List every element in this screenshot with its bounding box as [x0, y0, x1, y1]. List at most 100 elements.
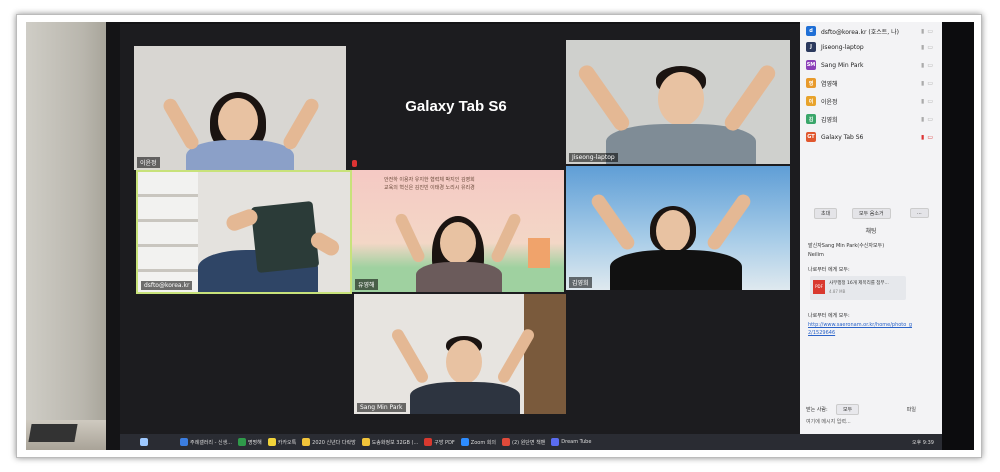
more-button[interactable]: ... [910, 208, 929, 218]
chat-recipient-label: 받는 사람: [806, 407, 828, 413]
app-icon [237, 438, 246, 446]
tile-name-label: dsfto@korea.kr [141, 281, 193, 290]
zoom-gallery-view: 이윤정 Galaxy Tab S6 Jiseong-laptop dsfto@k… [120, 24, 800, 434]
mic-muted-icon [352, 160, 357, 167]
arm [393, 211, 427, 265]
taskbar-item[interactable]: 주례갤러리 - 신생... [180, 438, 232, 446]
participant-row[interactable]: GT Galaxy Tab S6 ▮▭ [806, 130, 936, 144]
mic-camera-icons: ▮▭ [921, 61, 936, 69]
chat-sender: 나로부터 에게 모두: [808, 267, 850, 273]
taskbar-item-label: 카카오톡 [277, 439, 297, 446]
windows-icon [140, 438, 148, 446]
tile-name-label: Sang Min Park [357, 403, 406, 412]
chat-input[interactable]: 여기에 메시지 입력... [806, 418, 851, 425]
browser-icon [180, 438, 188, 446]
taskbar-item[interactable]: 구방 PDF [424, 438, 455, 446]
tablet [250, 200, 320, 274]
taskbar-item-label: 2020 신년다 다락방 [312, 439, 356, 446]
participant-avatar: 영 [806, 78, 816, 88]
arm [280, 96, 322, 152]
video-tile[interactable]: 안전하 이용자 유지한 협력체 박지인 김영희 교육의 혁신은 김진빈 이태경 … [352, 170, 564, 292]
arm [160, 96, 202, 152]
file-size: 4.87 MB [829, 289, 846, 294]
start-button[interactable] [140, 438, 150, 446]
windows-taskbar: 주례갤러리 - 신생... 명명해 카카오톡 2020 신년다 다락방 도송화정… [120, 434, 942, 450]
arm [575, 62, 633, 134]
mic-camera-muted-icons: ▮▭ [921, 133, 936, 141]
participant-avatar: 이 [806, 96, 816, 106]
background-card-text-2: 교육의 혁신은 김진빈 이태경 노리시 유리경 [384, 185, 475, 191]
participant-name: Galaxy Tab S6 [821, 133, 864, 141]
participant-row[interactable]: J Jiseong-laptop ▮▭ [806, 40, 936, 54]
mic-camera-icons: ▮▭ [921, 115, 936, 123]
video-tile-camera-off[interactable]: Galaxy Tab S6 [348, 46, 564, 170]
chat-link[interactable]: 2/1529646 [808, 330, 936, 336]
participant-row[interactable]: 영 염영해 ▮▭ [806, 76, 936, 90]
taskbar-item-label: Zoom 회의 [470, 439, 497, 446]
video-tile[interactable]: 김영희 [566, 166, 790, 290]
participant-row[interactable]: SM Sang Min Park ▮▭ [806, 58, 936, 72]
bookshelf [138, 172, 198, 292]
pdf-file-icon: PDF [813, 280, 825, 294]
taskbar-item[interactable]: 도송화정보 32GB (... [361, 438, 419, 446]
video-tile[interactable]: Jiseong-laptop [566, 40, 790, 164]
participant-name: dsfto@korea.kr (호스트, 나) [821, 28, 899, 36]
invite-button[interactable]: 초대 [814, 208, 838, 219]
taskbar-item[interactable]: 명명해 [237, 438, 262, 446]
mute-all-button[interactable]: 모두 음소거 [852, 208, 891, 219]
arm [588, 191, 638, 253]
file-button[interactable]: 파일 [907, 406, 916, 413]
system-clock[interactable]: 오후 9:39 [912, 439, 934, 446]
participant-row[interactable]: d dsfto@korea.kr (호스트, 나) ▮▭ [806, 24, 936, 38]
participant-avatar: J [806, 42, 816, 52]
mic-camera-icons: ▮▭ [921, 27, 936, 35]
participant-avatar: d [806, 26, 816, 36]
arm [721, 62, 779, 134]
mic-camera-icons: ▮▭ [921, 97, 936, 105]
background-card-text-1: 안전하 이용자 유지한 협력체 박지인 김영희 [384, 177, 475, 183]
video-tile[interactable]: 이윤정 [134, 46, 346, 170]
chat-link[interactable]: http://www.saeronam.or.kr/home/photo_g [808, 322, 936, 328]
taskbar-item[interactable]: Dream Tube [551, 438, 591, 446]
taskbar-item-label: 도송화정보 32GB (... [371, 439, 419, 446]
participant-name: 이윤정 [821, 98, 838, 106]
file-attachment-card[interactable]: PDF 사무행정 16개 제목리를 첨부... 4.87 MB [810, 276, 906, 300]
chat-header: 채팅 [865, 228, 877, 235]
participant-avatar: 김 [806, 114, 816, 124]
folder-icon [361, 438, 370, 446]
face [440, 222, 476, 264]
participant-name: 염영해 [821, 80, 838, 88]
taskbar-item[interactable]: (2) 원단면 책밴 [502, 438, 545, 446]
camera-off-title: Galaxy Tab S6 [405, 98, 507, 115]
participant-name: 김영희 [821, 116, 838, 124]
participant-name: Sang Min Park [821, 61, 864, 69]
shirt [610, 250, 742, 290]
tile-name-label: 유영해 [355, 279, 378, 290]
participant-row[interactable]: 이 이윤정 ▮▭ [806, 94, 936, 108]
taskbar-item[interactable]: Zoom 회의 [460, 438, 497, 446]
video-tile-active-speaker[interactable]: dsfto@korea.kr [136, 170, 352, 294]
taskbar-item-label: Dream Tube [561, 439, 592, 445]
mic-camera-icons: ▮▭ [921, 79, 936, 87]
face [218, 98, 258, 144]
taskbar-item-label: 명명해 [247, 439, 262, 446]
taskbar-item-label: 주례갤러리 - 신생... [190, 439, 232, 446]
mic-camera-icons: ▮▭ [921, 43, 936, 51]
taskbar-item[interactable]: 카카오톡 [267, 438, 297, 446]
taskbar-item[interactable]: 2020 신년다 다락방 [302, 438, 356, 446]
participant-name: Jiseong-laptop [821, 43, 864, 51]
pdf-icon [424, 438, 433, 446]
arm [489, 211, 523, 265]
video-tile[interactable]: Sang Min Park [354, 294, 566, 414]
shirt [416, 262, 502, 292]
chat-recipient-select[interactable]: 모두 [836, 404, 860, 415]
face [656, 210, 690, 252]
face [446, 340, 482, 384]
kakaotalk-icon [267, 438, 276, 446]
zoom-icon [460, 438, 469, 446]
taskbar-item-label: (2) 원단면 책밴 [512, 439, 546, 446]
doorway [524, 294, 566, 414]
shirt [186, 140, 294, 170]
tile-name-label: 이윤정 [137, 157, 160, 168]
participant-row[interactable]: 김 김영희 ▮▭ [806, 112, 936, 126]
